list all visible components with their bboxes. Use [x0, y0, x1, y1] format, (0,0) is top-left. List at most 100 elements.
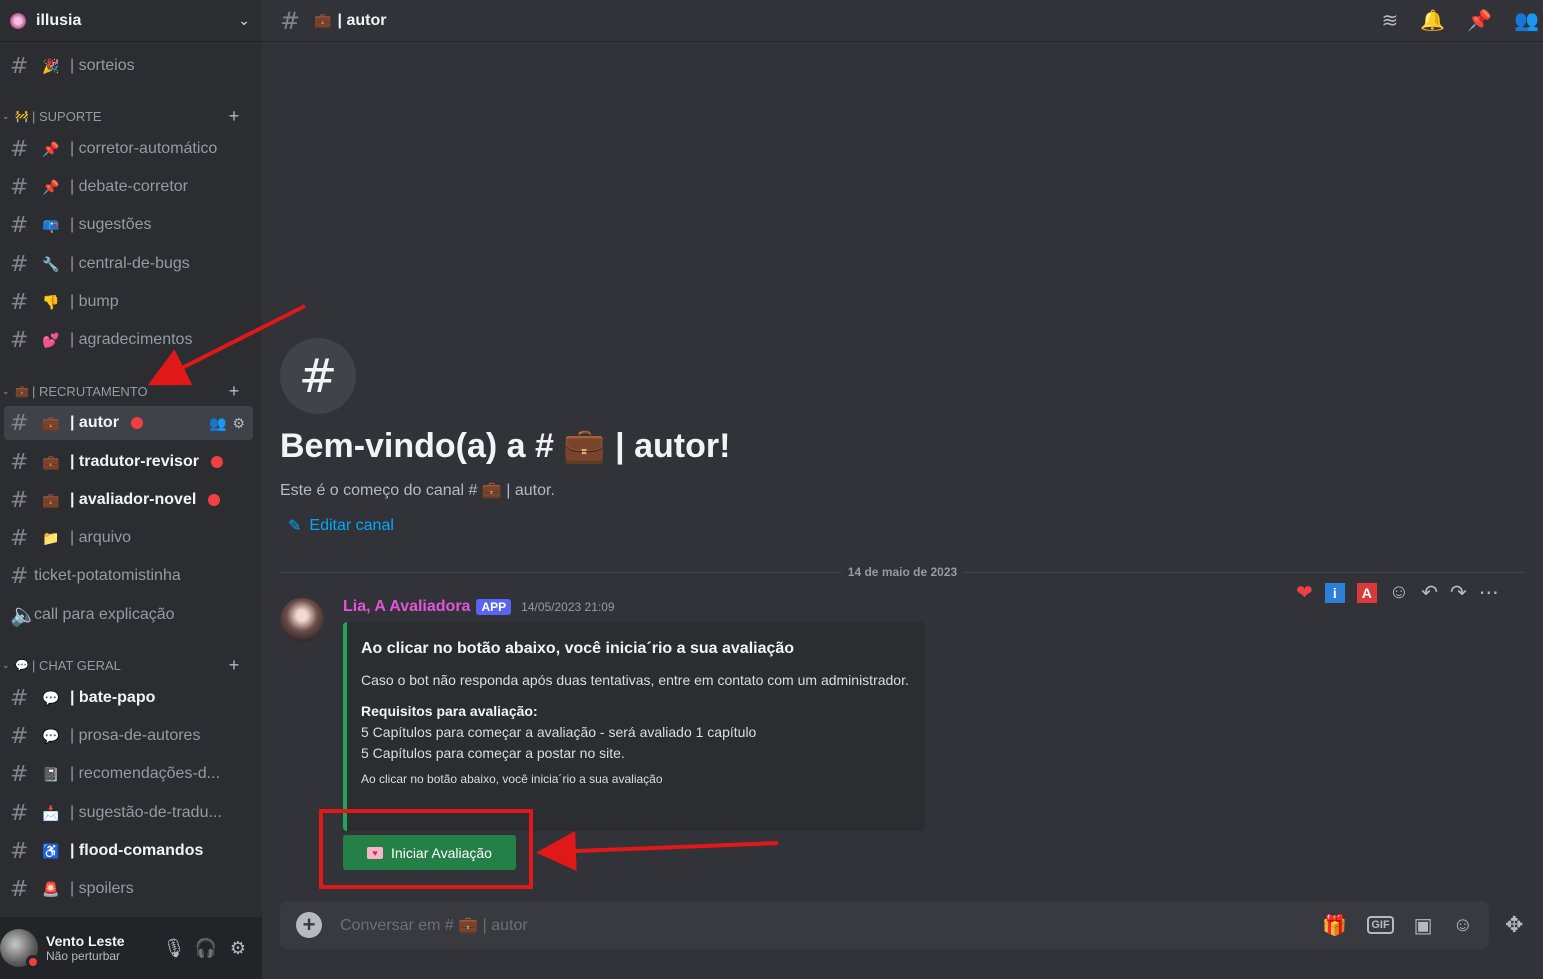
chevron-down-icon[interactable]: ⌄: [238, 12, 250, 29]
avatar[interactable]: [0, 929, 40, 969]
threads-icon[interactable]: ≋: [1382, 8, 1399, 33]
hash-icon: #: [10, 53, 29, 79]
invite-icon[interactable]: 👥: [209, 415, 226, 432]
channel-avaliador-novel[interactable]: # 💼 | avaliador-novel: [4, 483, 253, 517]
category-emoji: 💬: [15, 659, 29, 672]
edit-channel-link[interactable]: ✎ Editar canal: [288, 516, 394, 536]
pin-icon[interactable]: 📌: [1467, 8, 1492, 33]
channel-central-de-bugs[interactable]: # 🔧 | central-de-bugs: [4, 247, 253, 281]
hash-icon: #: [280, 6, 301, 35]
channel-emoji: 💼: [42, 453, 60, 470]
channel-label: | central-de-bugs: [70, 255, 190, 272]
channel-emoji: 📌: [42, 140, 60, 157]
channel-label: | arquivo: [70, 529, 132, 546]
discord-app: illusia ⌄ # 🎉 | sorteios ⌄ 🚧 | SUPORTE +…: [0, 0, 1543, 979]
channel-debate-corretor[interactable]: # 📌 | debate-corretor: [4, 170, 253, 204]
channel-emoji: 💼: [314, 12, 332, 28]
gear-icon[interactable]: ⚙: [232, 415, 245, 432]
message-input[interactable]: Conversar em # 💼 | autor: [340, 915, 1322, 935]
unread-dot: [130, 417, 143, 429]
embed-footer: Ao clicar no botão abaixo, você inicia´r…: [361, 772, 663, 786]
add-channel-icon[interactable]: +: [220, 106, 248, 127]
channel-call-para-explicacao[interactable]: 🔈 call para explicação: [4, 598, 253, 632]
add-reaction-icon[interactable]: ☺: [1389, 581, 1409, 604]
pencil-icon: ✎: [288, 518, 302, 535]
category-chat-geral[interactable]: ⌄ 💬 | CHAT GERAL +: [0, 655, 262, 675]
a-reaction-icon[interactable]: A: [1356, 582, 1377, 603]
add-attachment-button[interactable]: +: [296, 912, 322, 938]
hash-icon: #: [10, 251, 29, 277]
gear-icon[interactable]: ⚙: [222, 938, 254, 959]
category-emoji: 💼: [15, 385, 29, 398]
channel-recomendacoes[interactable]: # 📓 | recomendações-d...: [4, 757, 253, 791]
channel-ticket-potatomistinha[interactable]: # ticket-potatomistinha: [4, 559, 253, 593]
channel-bump[interactable]: # 👎 | bump: [4, 285, 253, 319]
message-actions: ❤ i A ☺ ↶ ↷ ⋯: [1296, 580, 1499, 605]
channel-emoji: 📓: [42, 765, 60, 782]
channel-flood-comandos[interactable]: # ♿ | flood-comandos: [4, 834, 253, 868]
forward-icon[interactable]: ↷: [1450, 580, 1467, 605]
channel-label: | bate-papo: [70, 689, 156, 706]
user-info[interactable]: Vento Leste Não perturbar: [46, 933, 158, 963]
channel-sugestao-de-traducao[interactable]: # 📩 | sugestão-de-tradu...: [4, 796, 253, 830]
divider-line: [963, 571, 1525, 573]
apps-icon[interactable]: ✥: [1505, 912, 1523, 938]
header-toolbar: ≋ 🔔 📌 👥: [1382, 8, 1543, 33]
message-avatar[interactable]: [280, 598, 324, 642]
channel-spoilers[interactable]: # 🚨 | spoilers: [4, 872, 253, 906]
channel-sorteios[interactable]: # 🎉 | sorteios: [4, 49, 253, 83]
highlight-box: [319, 809, 533, 889]
microphone-icon[interactable]: 🎙: [158, 938, 190, 959]
category-recrutamento[interactable]: ⌄ 💼 | RECRUTAMENTO +: [0, 381, 262, 401]
channel-label: | sorteios: [70, 57, 135, 74]
embed-title: Ao clicar no botão abaixo, você inicia´r…: [361, 640, 795, 657]
add-channel-icon[interactable]: +: [220, 381, 248, 402]
bell-icon[interactable]: 🔔: [1420, 8, 1445, 33]
channel-emoji: 💬: [42, 727, 60, 744]
hash-icon: #: [10, 563, 29, 589]
heart-reaction-icon[interactable]: ❤: [1296, 580, 1313, 605]
channel-agradecimentos[interactable]: # 💕 | agradecimentos: [4, 323, 253, 357]
welcome-subtitle: Este é o começo do canal # 💼 | autor.: [280, 482, 555, 499]
gif-button[interactable]: GIF: [1367, 916, 1394, 934]
add-channel-icon[interactable]: +: [220, 655, 248, 676]
message-author[interactable]: Lia, A Avaliadora: [343, 598, 470, 616]
more-icon[interactable]: ⋯: [1479, 580, 1499, 605]
channel-emoji: 🔧: [42, 255, 60, 272]
channel-sugestoes[interactable]: # 📪 | sugestões: [4, 208, 253, 242]
hash-icon: #: [10, 487, 29, 513]
channel-emoji: 💼: [42, 491, 60, 508]
headphones-icon[interactable]: 🎧: [190, 938, 222, 959]
channel-emoji: 👎: [42, 293, 60, 310]
composer-tools: 🎁 GIF ▣ ☺: [1322, 913, 1473, 938]
channel-bate-papo[interactable]: # 💬 | bate-papo: [4, 681, 253, 715]
channel-tradutor-revisor[interactable]: # 💼 | tradutor-revisor: [4, 445, 253, 479]
category-suporte[interactable]: ⌄ 🚧 | SUPORTE +: [0, 106, 262, 126]
channel-label: | spoilers: [70, 880, 134, 897]
reply-icon[interactable]: ↶: [1421, 580, 1438, 605]
channel-arquivo[interactable]: # 📁 | arquivo: [4, 521, 253, 555]
app-badge: APP: [476, 599, 512, 615]
channel-emoji: 💼: [42, 414, 60, 431]
channel-emoji: 💬: [42, 689, 60, 706]
hash-icon: #: [10, 174, 29, 200]
channel-autor[interactable]: # 💼 | autor 👥 ⚙: [4, 406, 253, 440]
speaker-icon: 🔈: [10, 602, 38, 628]
channel-title: | autor: [337, 11, 387, 29]
channel-emoji: 💕: [42, 331, 60, 348]
channel-corretor-automatico[interactable]: # 📌 | corretor-automático: [4, 132, 253, 166]
emoji-icon[interactable]: ☺: [1453, 914, 1473, 937]
server-header[interactable]: illusia ⌄: [0, 0, 262, 42]
sticker-icon[interactable]: ▣: [1414, 913, 1433, 938]
info-reaction-icon[interactable]: i: [1324, 582, 1345, 603]
chevron-icon: ⌄: [2, 110, 10, 121]
channel-label: | sugestão-de-tradu...: [70, 804, 222, 821]
channel-prosa-de-autores[interactable]: # 💬 | prosa-de-autores: [4, 719, 253, 753]
gift-icon[interactable]: 🎁: [1322, 913, 1347, 938]
unread-dot: [210, 456, 223, 468]
hash-icon: #: [10, 212, 29, 238]
members-icon[interactable]: 👥: [1514, 8, 1539, 33]
message-header: Lia, A Avaliadora APP 14/05/2023 21:09: [343, 598, 615, 616]
message-timestamp: 14/05/2023 21:09: [521, 600, 615, 614]
user-name: Vento Leste: [46, 933, 125, 949]
